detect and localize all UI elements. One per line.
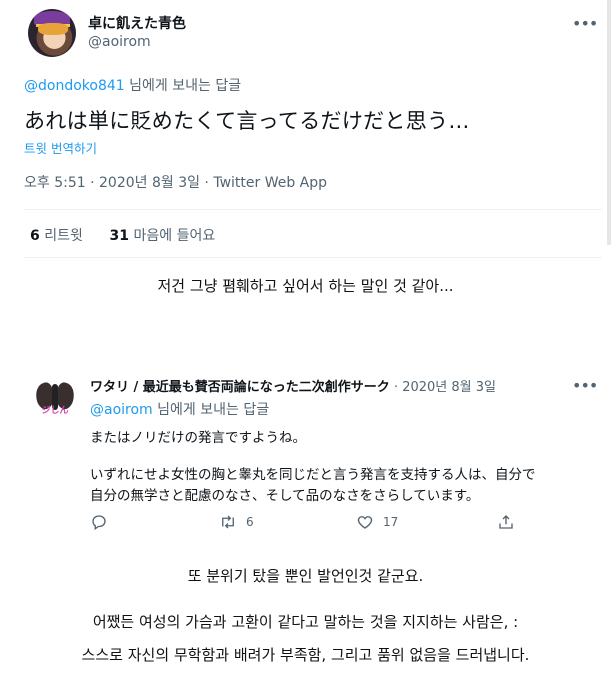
translation-caption-2: 어쨌든 여성의 가슴과 고환이 같다고 말하는 것을 지지하는 사람은, : (92, 613, 519, 631)
tweet-text: あれは単に貶めたくて言ってるだけだと思う… (24, 109, 470, 133)
share-icon (499, 515, 513, 529)
reply-date[interactable]: · 2020년 8월 3일 (390, 380, 496, 395)
share-button[interactable] (497, 513, 515, 531)
like-count: 17 (383, 515, 399, 529)
reply-to-handle-link[interactable]: @aoirom (90, 402, 153, 418)
tweet-stats: 6 리트윗 31 마음에 들어요 (30, 225, 215, 245)
reply-author-avatar[interactable]: ジしん (30, 378, 80, 428)
reply-action-bar: 6 17 (90, 513, 520, 533)
tweet-timestamp[interactable]: 오후 5:51 · 2020년 8월 3일 · Twitter Web App (24, 172, 327, 192)
more-icon[interactable]: ••• (572, 14, 598, 33)
translate-tweet-link[interactable]: 트윗 번역하기 (24, 138, 97, 157)
translation-caption-2: 또 분위기 탔을 뿐인 발언인것 같군요. (187, 567, 424, 585)
reply-author-name[interactable]: ワタリ / 最近最も賛否両論になった二次創作サーク (90, 380, 390, 395)
translation-caption-1: 저건 그냥 폄훼하고 싶어서 하는 말인 것 같아... (157, 277, 454, 295)
like-icon (357, 516, 373, 529)
divider (24, 257, 602, 258)
reply-icon (92, 515, 106, 531)
translation-caption-2: 스스로 자신의 무학함과 배려가 부족함, 그리고 품위 없음을 드러냅니다. (81, 646, 530, 664)
reply-text-line: 自分の無学さと配慮のなさ、そして品のなさをさらしています。 (90, 488, 480, 504)
reply-text-line: またはノリだけの発言ですようね。 (90, 430, 306, 446)
retweet-icon (222, 515, 234, 529)
retweet-count: 6 (246, 515, 254, 529)
replying-to: @dondoko841 님에게 보내는 답글 (24, 75, 241, 95)
more-icon[interactable]: ••• (572, 376, 598, 395)
author-avatar[interactable] (28, 9, 76, 57)
avatar-logo-text: ジしん (41, 406, 69, 416)
likes-stat[interactable]: 31 마음에 들어요 (110, 228, 216, 244)
reply-text-line: いずれにせよ女性の胸と睾丸を同じだと言う発言を支持する人は、自分で (90, 467, 536, 483)
retweets-stat[interactable]: 6 리트윗 (30, 228, 83, 244)
divider (24, 209, 602, 210)
author-handle[interactable]: @aoirom (88, 34, 151, 50)
reply-button[interactable] (90, 513, 108, 531)
scrollbar[interactable] (607, 0, 611, 245)
reply-to-handle-link[interactable]: @dondoko841 (24, 78, 125, 94)
like-button[interactable]: 17 (355, 513, 398, 531)
author-name[interactable]: 卓に飢えた青色 (88, 13, 186, 33)
reply-author-line: ワタリ / 最近最も賛否両論になった二次創作サーク · 2020년 8월 3일 (90, 376, 496, 395)
retweet-button[interactable]: 6 (218, 513, 254, 531)
reply-to-suffix: 님에게 보내는 답글 (124, 78, 242, 94)
reply-replying-to: @aoirom 님에게 보내는 답글 (90, 402, 270, 418)
